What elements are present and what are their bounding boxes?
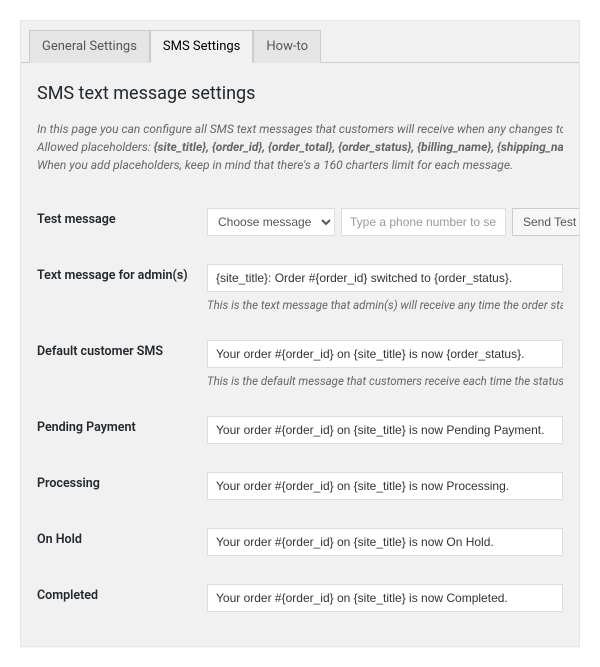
admin-message-input[interactable] bbox=[207, 264, 563, 292]
pending-input[interactable] bbox=[207, 416, 563, 444]
label-default: Default customer SMS bbox=[37, 340, 207, 359]
onhold-input[interactable] bbox=[207, 528, 563, 556]
desc-line1: In this page you can configure all SMS t… bbox=[37, 120, 563, 138]
row-default-sms: Default customer SMS This is the default… bbox=[37, 326, 563, 402]
help-admin: This is the text message that admin(s) w… bbox=[207, 298, 563, 312]
label-processing: Processing bbox=[37, 472, 207, 491]
tab-bar: General Settings SMS Settings How-to bbox=[21, 21, 579, 63]
help-default: This is the default message that custome… bbox=[207, 374, 563, 388]
row-admin-message: Text message for admin(s) This is the te… bbox=[37, 250, 563, 326]
label-pending: Pending Payment bbox=[37, 416, 207, 435]
tab-general[interactable]: General Settings bbox=[29, 30, 150, 63]
send-test-sms-button[interactable]: Send Test SMS bbox=[512, 208, 580, 236]
desc-prefix: Allowed placeholders: bbox=[37, 140, 154, 154]
row-completed: Completed bbox=[37, 570, 563, 626]
settings-panel: General Settings SMS Settings How-to SMS… bbox=[20, 20, 580, 647]
description: In this page you can configure all SMS t… bbox=[37, 120, 563, 174]
test-phone-input[interactable] bbox=[341, 208, 506, 236]
row-test-message: Test message Choose message Send Test SM… bbox=[37, 194, 563, 250]
default-sms-input[interactable] bbox=[207, 340, 563, 368]
label-admin: Text message for admin(s) bbox=[37, 264, 207, 283]
label-onhold: On Hold bbox=[37, 528, 207, 547]
label-test: Test message bbox=[37, 208, 207, 227]
page-title: SMS text message settings bbox=[37, 83, 563, 104]
completed-input[interactable] bbox=[207, 584, 563, 612]
processing-input[interactable] bbox=[207, 472, 563, 500]
desc-line2: Allowed placeholders: {site_title}, {ord… bbox=[37, 138, 563, 156]
tab-content: SMS text message settings In this page y… bbox=[21, 63, 579, 646]
desc-placeholders: {site_title}, {order_id}, {order_total},… bbox=[154, 140, 563, 154]
row-onhold: On Hold bbox=[37, 514, 563, 570]
test-message-select[interactable]: Choose message bbox=[207, 208, 335, 236]
desc-line3: When you add placeholders, keep in mind … bbox=[37, 156, 563, 174]
row-pending: Pending Payment bbox=[37, 402, 563, 458]
row-processing: Processing bbox=[37, 458, 563, 514]
tab-howto[interactable]: How-to bbox=[253, 30, 321, 63]
tab-sms[interactable]: SMS Settings bbox=[150, 30, 253, 63]
